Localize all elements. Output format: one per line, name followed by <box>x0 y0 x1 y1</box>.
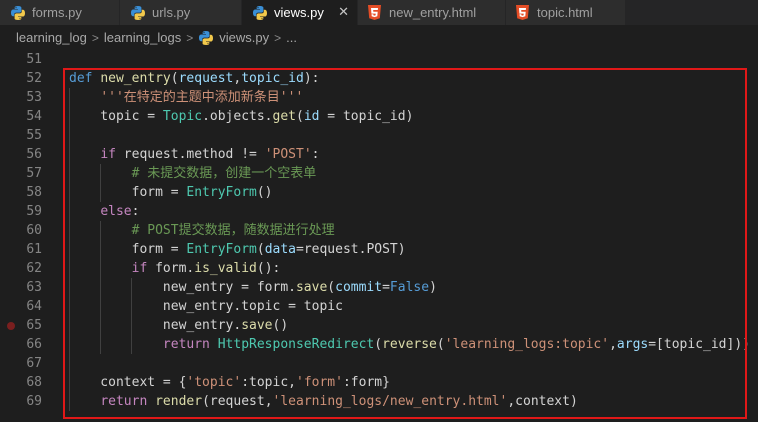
line-number: 55 <box>26 128 42 143</box>
tab-forms-py[interactable]: forms.py <box>0 0 120 25</box>
python-icon <box>11 5 25 20</box>
breadcrumb-item[interactable]: learning_logs <box>104 30 181 45</box>
tab-label: views.py <box>274 5 324 20</box>
breadcrumb: learning_log > learning_logs > views.py … <box>0 25 758 50</box>
line-number: 63 <box>26 280 42 295</box>
breadcrumb-item[interactable]: learning_log <box>16 30 87 45</box>
line-number: 65 <box>26 318 42 333</box>
code-line[interactable]: 51 <box>0 50 758 69</box>
chevron-right-icon: > <box>274 30 282 45</box>
tab-topic-html[interactable]: topic.html <box>506 0 626 25</box>
line-number: 66 <box>26 337 42 352</box>
chevron-right-icon: > <box>186 30 194 45</box>
python-icon <box>199 30 214 45</box>
tab-label: new_entry.html <box>389 5 477 20</box>
line-number: 58 <box>26 185 42 200</box>
tab-urls-py[interactable]: urls.py <box>120 0 242 25</box>
line-number: 52 <box>26 71 42 86</box>
breadcrumb-item[interactable]: views.py <box>219 30 269 45</box>
tab-label: forms.py <box>32 5 82 20</box>
html5-icon <box>368 5 381 20</box>
line-number: 68 <box>26 375 42 390</box>
line-number: 59 <box>26 204 42 219</box>
line-number: 61 <box>26 242 42 257</box>
tab-label: topic.html <box>537 5 593 20</box>
html5-icon <box>516 5 529 20</box>
line-number: 64 <box>26 299 42 314</box>
line-number: 56 <box>26 147 42 162</box>
close-icon[interactable]: ✕ <box>338 4 349 20</box>
breadcrumb-item[interactable]: ... <box>286 30 297 45</box>
editor-tab-bar: forms.py urls.py views.py ✕ new_entry.ht… <box>0 0 758 25</box>
line-number: 69 <box>26 394 42 409</box>
line-number: 62 <box>26 261 42 276</box>
tab-new-entry-html[interactable]: new_entry.html <box>358 0 506 25</box>
chevron-right-icon: > <box>91 30 99 45</box>
python-icon <box>253 5 267 20</box>
line-number: 53 <box>26 90 42 105</box>
tab-label: urls.py <box>152 5 191 20</box>
python-icon <box>131 5 145 20</box>
line-number: 67 <box>26 356 42 371</box>
highlight-box <box>63 68 747 419</box>
line-number: 60 <box>26 223 42 238</box>
line-number: 51 <box>26 52 42 67</box>
code-editor[interactable]: 51 52 def new_entry(request,topic_id): 53 '… <box>0 50 758 422</box>
line-number: 54 <box>26 109 42 124</box>
line-number: 57 <box>26 166 42 181</box>
tab-views-py[interactable]: views.py ✕ <box>242 0 358 25</box>
